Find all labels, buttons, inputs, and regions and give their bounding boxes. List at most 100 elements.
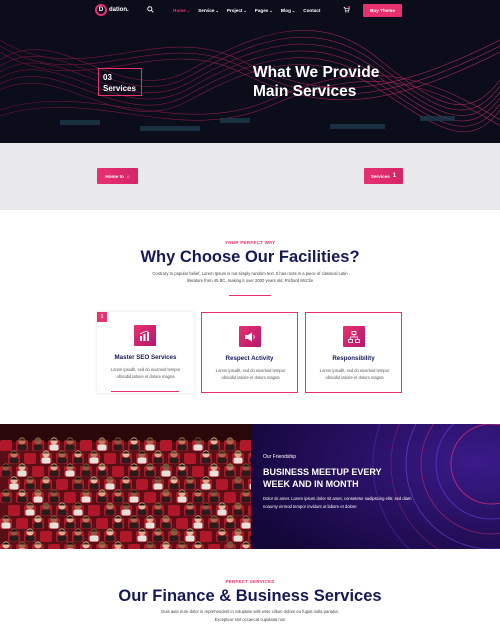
- logo-text: dation.: [109, 7, 129, 13]
- audience-body: [121, 483, 131, 490]
- audience-body: [217, 509, 227, 516]
- search-icon[interactable]: [147, 6, 154, 13]
- audience-body: [177, 444, 187, 451]
- audience-body: [41, 509, 51, 516]
- audience-body: [129, 444, 139, 451]
- hero-badge: 03 Services: [98, 68, 142, 96]
- seat: [128, 544, 140, 549]
- audience-body: [209, 522, 219, 529]
- home-icon: ⌂: [126, 173, 130, 179]
- audience-body: [129, 522, 139, 529]
- audience-body: [185, 509, 195, 516]
- seat: [184, 453, 196, 464]
- chevron-down-icon: ⌄: [243, 8, 247, 13]
- audience-body: [129, 470, 139, 477]
- seat: [80, 440, 92, 451]
- nav-item-label: Home: [173, 8, 186, 13]
- service-card-respect[interactable]: Respect Activity Lorem ipsudlt, sed do e…: [201, 312, 298, 393]
- nav-item-home[interactable]: Home ⌄: [173, 8, 190, 13]
- audience-body: [161, 470, 171, 477]
- audience-body: [113, 496, 123, 503]
- audience-body: [209, 470, 219, 477]
- audience-body: [57, 457, 67, 464]
- audience-body: [145, 522, 155, 529]
- audience-body: [201, 457, 211, 464]
- audience-body: [145, 470, 155, 477]
- audience-body: [1, 496, 11, 503]
- nav-menu: Home ⌄ Service ⌄ Project ⌄ Pages ⌄ Blog ⌄ Contact: [173, 8, 320, 13]
- nav-item-blog[interactable]: Blog ⌄: [281, 8, 296, 13]
- site-logo[interactable]: D dation.: [95, 4, 129, 16]
- nav-item-label: Blog: [280, 8, 291, 13]
- audience-body: [33, 496, 43, 503]
- audience-body: [209, 444, 219, 451]
- seat: [240, 440, 251, 451]
- audience-body: [105, 535, 115, 542]
- nav-item-pages[interactable]: Pages ⌄: [255, 8, 273, 13]
- nav-item-label: Service: [198, 8, 215, 13]
- logo-mark: D: [95, 4, 107, 16]
- audience-body: [241, 470, 251, 477]
- audience-body: [97, 496, 107, 503]
- finance-text: Duis aute irure dolor in reprehenderit i…: [161, 609, 339, 622]
- audience-body: [25, 483, 35, 490]
- seat: [56, 479, 68, 490]
- audience-body: [17, 470, 27, 477]
- main-navbar: D dation. Home ⌄ Service ⌄ Project ⌄ Pages ⌄ Blo…: [0, 0, 500, 22]
- audience-body: [25, 509, 35, 516]
- chevron-down-icon: ⌄: [269, 8, 273, 13]
- audience-body: [81, 496, 91, 503]
- breadcrumb-services-button[interactable]: Services 1: [364, 168, 403, 184]
- buy-theme-button[interactable]: Buy Theme: [363, 4, 402, 17]
- seat: [192, 466, 204, 477]
- card-title: Master SEO Services: [114, 354, 177, 361]
- audience-body: [73, 483, 83, 490]
- why-divider: [229, 295, 271, 296]
- audience-body: [65, 470, 75, 477]
- service-card-responsibility[interactable]: Responsibility Lorem ipsudlt, sed do eiu…: [305, 312, 402, 393]
- event-text: Dolor sit amet. Lorem ipsum dolor sit am…: [263, 496, 412, 509]
- seat: [64, 492, 76, 503]
- audience-body: [17, 496, 27, 503]
- why-kicker: YOUR PERFECT WAY: [224, 240, 276, 245]
- nav-item-label: Project: [226, 8, 243, 13]
- audience-body: [9, 535, 19, 542]
- seat: [88, 505, 100, 516]
- nav-item-label: Pages: [254, 8, 269, 13]
- audience-body: [177, 470, 187, 477]
- service-card-seo[interactable]: 1 Master SEO Services Lorem ipsudlt, sed…: [97, 312, 194, 393]
- nav-item-project[interactable]: Project ⌄: [227, 8, 247, 13]
- nav-item-contact[interactable]: Contact: [303, 8, 320, 13]
- audience-body: [73, 509, 83, 516]
- seat: [216, 479, 228, 490]
- breadcrumb-home-label: Home to: [105, 173, 124, 179]
- audience-body: [25, 535, 35, 542]
- audience-body: [169, 535, 179, 542]
- page: D dation. Home ⌄ Service ⌄ Project ⌄ Pages ⌄ Blo…: [0, 0, 500, 625]
- card-text: Lorem ipsudlt, sed do eiusmod tempor oll…: [319, 368, 390, 380]
- nav-item-service[interactable]: Service ⌄: [198, 8, 219, 13]
- chevron-down-icon: ⌄: [186, 8, 191, 13]
- audience-body: [1, 522, 11, 529]
- card-text: Lorem ipsudlt, sed do eiusmod tempor oll…: [110, 367, 181, 379]
- cart-icon[interactable]: [343, 6, 350, 13]
- audience-body: [233, 509, 243, 516]
- card-title: Respect Activity: [225, 355, 274, 362]
- audience-body: [49, 444, 59, 451]
- audience-body: [233, 535, 243, 542]
- seat: [96, 518, 108, 529]
- audience-body: [105, 509, 115, 516]
- seat: [168, 505, 180, 516]
- audience-body: [113, 522, 123, 529]
- audience-body: [89, 457, 99, 464]
- audience-body: [41, 457, 51, 464]
- audience-body: [57, 535, 67, 542]
- audience-body: [41, 483, 51, 490]
- why-description: Contrary to popular belief, Lorem Ipsum …: [152, 271, 348, 283]
- seat: [176, 518, 188, 529]
- audience-body: [97, 444, 107, 451]
- audience-body: [9, 483, 19, 490]
- breadcrumb-home-button[interactable]: Home to ⌂: [97, 168, 138, 184]
- audience-body: [153, 457, 163, 464]
- audience-body: [121, 509, 131, 516]
